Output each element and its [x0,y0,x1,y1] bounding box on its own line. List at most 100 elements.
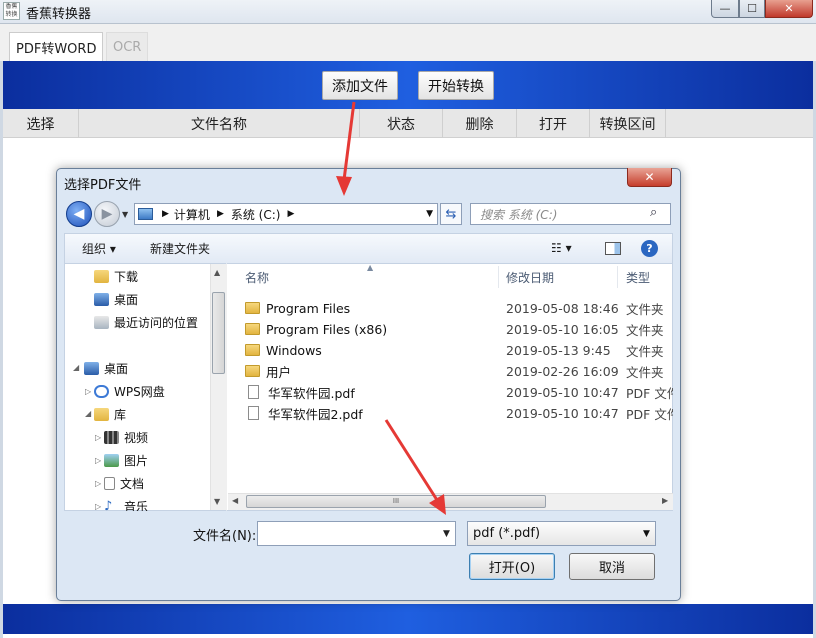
file-type: 文件夹 [626,343,664,359]
file-type: PDF 文件 [626,406,673,422]
cancel-button[interactable]: 取消 [569,553,655,580]
file-date: 2019-05-08 18:46 [506,300,619,316]
file-row-pdf-2[interactable]: 华军软件园2.pdf [245,403,363,423]
filename-dropdown-icon[interactable]: ▼ [443,529,450,539]
tab-pdf-to-word[interactable]: PDF转WORD [9,32,104,61]
nav-item-documents[interactable]: 文档 [104,473,144,493]
folder-icon [245,344,260,356]
file-row-pdf-1[interactable]: 华军软件园.pdf [245,382,355,402]
filter-dropdown-icon[interactable]: ▼ [643,529,650,539]
search-input[interactable]: 搜索 系统 (C:) [470,203,671,225]
nav-item-libraries[interactable]: 库 [94,404,126,424]
column-divider[interactable] [617,266,618,288]
column-convert-range[interactable]: 转换区间 [590,109,666,138]
nav-item-desktop-root[interactable]: 桌面 [84,358,128,378]
refresh-button[interactable]: ⇆ [440,203,462,225]
collapse-arrow-icon[interactable]: ▷ [85,387,91,396]
file-name: 用户 [266,364,292,380]
search-icon[interactable]: ⌕ [650,205,657,220]
nav-item-videos[interactable]: 视频 [104,427,148,447]
file-date: 2019-05-10 16:05 [506,321,619,337]
column-status[interactable]: 状态 [360,109,443,138]
nav-item-desktop[interactable]: 桌面 [94,289,138,309]
arrow-right-icon: ▶ [101,206,113,222]
collapse-arrow-icon[interactable]: ▷ [95,502,101,511]
nav-label: 最近访问的位置 [114,315,199,330]
scroll-right-icon[interactable]: ▶ [662,496,668,505]
computer-icon [138,208,153,220]
file-name: 华军软件园.pdf [268,385,355,401]
tab-ocr[interactable]: OCR [106,32,149,61]
nav-item-music[interactable]: ♪ 音乐 [104,496,148,512]
expand-arrow-icon[interactable]: ◢ [85,409,91,418]
preview-pane-icon[interactable] [605,233,621,263]
window-left-border [0,61,3,638]
toolbar-band [3,61,813,109]
column-filename[interactable]: 文件名称 [79,109,360,138]
nav-label: 视频 [124,430,149,445]
view-options-icon[interactable]: ☷ ▾ [551,233,572,263]
nav-item-wps-drive[interactable]: WPS网盘 [94,381,165,401]
new-folder-button[interactable]: 新建文件夹 [150,233,210,263]
dialog-close-button[interactable]: ✕ [627,168,672,187]
file-type: 文件夹 [626,322,664,338]
column-name[interactable]: 名称 [245,265,269,289]
file-type: PDF 文件 [626,385,673,401]
help-icon[interactable]: ? [641,233,658,263]
file-type-filter[interactable]: pdf (*.pdf) [467,521,656,546]
scroll-left-icon[interactable]: ◀ [232,496,238,505]
back-button[interactable]: ◀ [66,201,92,227]
nav-label: 桌面 [114,292,139,307]
organize-button[interactable]: 组织 ▾ [82,233,116,263]
column-select[interactable]: 选择 [3,109,79,138]
nav-label: 库 [114,407,127,422]
folder-icon [245,323,260,335]
collapse-arrow-icon[interactable]: ▷ [95,433,101,442]
nav-item-pictures[interactable]: 图片 [104,450,148,470]
address-dropdown-icon[interactable]: ▼ [426,209,433,219]
column-delete[interactable]: 删除 [443,109,517,138]
history-dropdown-icon[interactable]: ▼ [122,210,128,219]
breadcrumb-computer[interactable]: 计算机 [174,206,210,223]
open-button[interactable]: 打开(O) [469,553,555,580]
file-name: 华军软件园2.pdf [268,406,363,422]
start-convert-button[interactable]: 开始转换 [418,71,494,100]
file-name: Program Files [266,300,351,316]
nav-scroll-thumb[interactable] [212,292,225,374]
collapse-arrow-icon[interactable]: ▷ [95,456,101,465]
navigation-pane: 下载 桌面 最近访问的位置 ◢ 桌面 ▷ WPS网盘 ◢ 库 ▷ 视频 ▷ 图片… [64,263,227,511]
folder-icon [245,365,260,377]
desktop-icon [94,292,109,306]
scroll-up-icon[interactable]: ▲ [214,268,220,277]
filename-input[interactable] [257,521,456,546]
nav-item-downloads[interactable]: 下载 [94,266,138,286]
pdf-file-icon [248,385,259,399]
breadcrumb-drive-c[interactable]: 系统 (C:) [231,206,281,223]
nav-item-recent-places[interactable]: 最近访问的位置 [94,312,198,332]
column-type[interactable]: 类型 [626,265,650,289]
forward-button[interactable]: ▶ [94,201,120,227]
refresh-icon: ⇆ [445,206,457,222]
folder-icon [245,302,260,314]
column-divider[interactable] [498,266,499,288]
address-bar[interactable]: ▶ 计算机 ▶ 系统 (C:) ▶ ▼ [134,203,438,225]
file-name: Program Files (x86) [266,321,388,337]
column-modified-date[interactable]: 修改日期 [506,265,554,289]
hscroll-thumb[interactable]: III [246,495,546,508]
close-button[interactable]: ✕ [765,0,813,18]
minimize-button[interactable]: — [711,0,739,18]
pdf-file-icon [248,406,259,420]
file-row-windows[interactable]: Windows [245,340,322,360]
collapse-arrow-icon[interactable]: ▷ [95,479,101,488]
library-icon [94,407,109,421]
scroll-down-icon[interactable]: ▼ [214,497,220,506]
file-row-program-files-x86[interactable]: Program Files (x86) [245,319,387,339]
maximize-button[interactable]: ☐ [739,0,765,18]
expand-arrow-icon[interactable]: ◢ [73,363,79,372]
file-row-users[interactable]: 用户 [245,361,291,381]
column-open[interactable]: 打开 [517,109,590,138]
app-logo-icon: 香蕉转换 [3,2,20,20]
breadcrumb-separator-icon: ▶ [216,209,224,219]
file-row-program-files[interactable]: Program Files [245,298,350,318]
add-file-button[interactable]: 添加文件 [322,71,398,100]
